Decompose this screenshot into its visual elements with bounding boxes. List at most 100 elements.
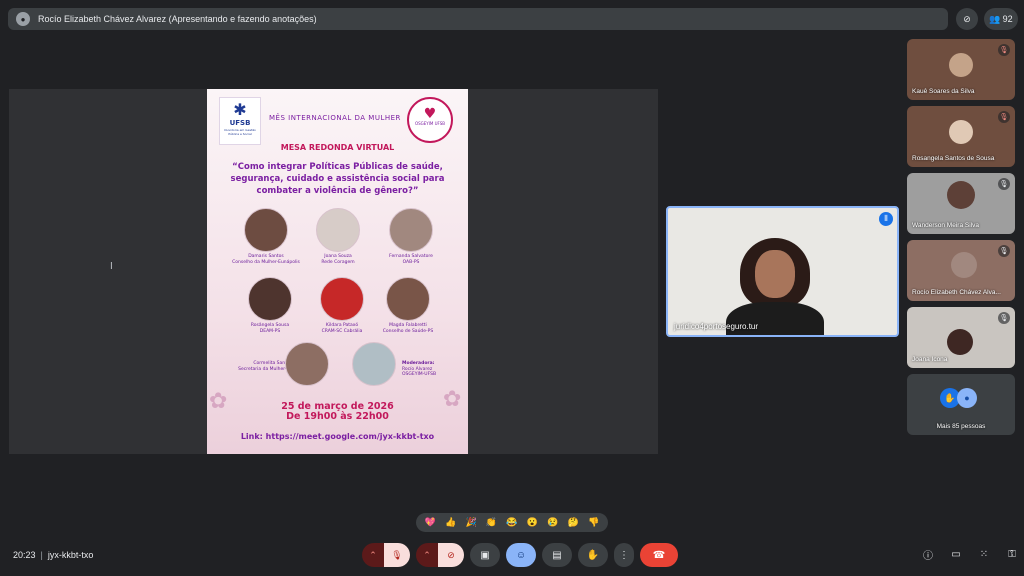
- mic-options-button[interactable]: ⌃: [362, 543, 384, 567]
- participants-count-button[interactable]: 👥 92: [984, 8, 1018, 30]
- leave-call-button[interactable]: ☎: [640, 543, 678, 567]
- captions-icon: ▤: [552, 549, 562, 561]
- more-options-button[interactable]: ⋮: [614, 543, 634, 567]
- moderator-card: Moderadora: Rocío Alvarez OSGEYIM-UFSB: [402, 361, 437, 377]
- info-icon: ⓘ: [923, 550, 933, 562]
- speaker-photo: [386, 277, 430, 321]
- lock-person-icon: ⚿: [1008, 548, 1016, 560]
- reaction-thumbs-down-icon[interactable]: 👎: [587, 517, 601, 528]
- no-video-icon: ⊘: [963, 13, 971, 24]
- presenter-label: Rocío Elizabeth Chávez Alvarez (Apresent…: [38, 14, 317, 24]
- video-tile-label: juridico4portoseguro.tur: [674, 322, 759, 331]
- present-icon: ▣: [480, 549, 490, 561]
- chevron-up-icon: ⌃: [369, 549, 377, 560]
- speaking-indicator-icon: ⦀: [879, 212, 893, 226]
- hang-up-icon: ☎: [652, 549, 666, 561]
- star-icon: ✱: [233, 100, 247, 119]
- person-icon: ●: [957, 388, 977, 408]
- moderator-photo: [352, 342, 396, 386]
- raise-hand-button[interactable]: ✋: [578, 543, 608, 567]
- side-panel-controls: ⓘ ▭ ⁙ ⚿: [921, 547, 1019, 562]
- reaction-thumbs-up-icon[interactable]: 👍: [444, 517, 458, 528]
- mic-toggle-button[interactable]: 🎙: [384, 543, 410, 567]
- participant-avatar: [951, 252, 977, 278]
- participant-name: Kauê Soares da Silva: [912, 88, 975, 95]
- participant-name: Wanderson Meira Silva: [912, 222, 979, 229]
- clock-time: 20:23: [13, 550, 36, 560]
- participant-name: Joana Icona: [912, 356, 948, 363]
- text-cursor-icon: I: [110, 261, 113, 272]
- participant-tile[interactable]: 🎙 Rocío Elizabeth Chávez Alva...: [907, 240, 1015, 301]
- participant-tile[interactable]: 🎙 Joana Icona: [907, 307, 1015, 368]
- reaction-sad-icon[interactable]: 😢: [546, 517, 560, 528]
- mic-control: ⌃ 🎙: [362, 543, 410, 567]
- participant-tile[interactable]: 🎙 Rosangela Santos de Sousa: [907, 106, 1015, 167]
- speaker-photo: [285, 342, 329, 386]
- slide-heading: MÊS INTERNACIONAL DA MULHER: [269, 114, 401, 122]
- participant-avatar: [949, 53, 973, 77]
- participant-count: 92: [1002, 14, 1013, 24]
- reaction-clap-icon[interactable]: 👏: [485, 517, 499, 528]
- more-people-label: Mais 85 pessoas: [936, 423, 986, 430]
- mic-off-icon: 🎙: [998, 245, 1010, 257]
- camera-toggle-button[interactable]: ⊘: [438, 543, 464, 567]
- speaker-photo: [320, 277, 364, 321]
- reaction-heart-icon[interactable]: 💖: [423, 517, 437, 528]
- reaction-laugh-icon[interactable]: 😂: [505, 517, 519, 528]
- people-icon: 👥: [989, 13, 1001, 24]
- participant-tile[interactable]: 🎙 Kauê Soares da Silva: [907, 39, 1015, 100]
- chat-icon: ▭: [951, 548, 961, 560]
- meeting-code: jyx-kkbt-txo: [47, 550, 94, 560]
- host-controls-button[interactable]: ⚿: [1005, 547, 1019, 561]
- participant-avatar: [947, 329, 973, 355]
- speaker-photo: [248, 277, 292, 321]
- reactions-button[interactable]: ☺: [506, 543, 536, 567]
- speaker-card: Magda Falabretti Conselho de Saúde-PS: [368, 277, 448, 334]
- heart-icon: ♥: [423, 106, 437, 122]
- ufsb-logo: ✱ UFSB Ouvidoria em Gestão Pública e Soc…: [219, 97, 261, 145]
- mic-off-icon: 🎙: [998, 312, 1010, 324]
- participant-name: Rosangela Santos de Sousa: [912, 155, 995, 162]
- activities-button[interactable]: ⁙: [977, 547, 991, 561]
- reaction-party-icon[interactable]: 🎉: [464, 517, 478, 528]
- presentation-slide: ✱ UFSB Ouvidoria em Gestão Pública e Soc…: [207, 89, 468, 454]
- call-controls: ⌃ 🎙 ⌃ ⊘ ▣ ☺ ▤ ✋ ⋮ ☎: [362, 543, 678, 567]
- speaker-card: Fernanda Salvatore OAB-PS: [371, 208, 451, 265]
- participant-name: Rocío Elizabeth Chávez Alva...: [912, 289, 1001, 296]
- presenter-bar: ● Rocío Elizabeth Chávez Alvarez (Aprese…: [8, 8, 948, 30]
- speaker-card: Damaris Santos Conselho da Mulher-Eunápo…: [226, 208, 306, 265]
- captions-button[interactable]: ▤: [542, 543, 572, 567]
- participant-tile[interactable]: 🎙 Wanderson Meira Silva: [907, 173, 1015, 234]
- participant-avatar: [949, 120, 973, 144]
- top-right-controls: ⊘ 👥 92: [956, 8, 1018, 30]
- apps-icon: ⁙: [979, 548, 989, 560]
- emoji-icon: ☺: [515, 549, 527, 561]
- speaker-photo: [389, 208, 433, 252]
- presenter-avatar-icon: ●: [16, 12, 30, 26]
- slide-subheading: MESA REDONDA VIRTUAL: [280, 143, 395, 152]
- chevron-up-icon: ⌃: [423, 549, 431, 560]
- event-date: 25 de março de 2026 De 19h00 às 22h00: [281, 401, 394, 422]
- slide-question: “Como integrar Políticas Públicas de saú…: [230, 162, 445, 196]
- participant-avatar: [947, 181, 975, 209]
- reaction-thinking-icon[interactable]: 🤔: [566, 517, 580, 528]
- present-screen-button[interactable]: ▣: [470, 543, 500, 567]
- camera-control: ⌃ ⊘: [416, 543, 464, 567]
- mic-off-icon: 🎙: [998, 111, 1010, 123]
- mic-off-icon: 🎙: [998, 178, 1010, 190]
- hand-icon: ✋: [586, 549, 600, 561]
- more-vert-icon: ⋮: [619, 549, 629, 561]
- camera-options-button[interactable]: ⌃: [416, 543, 438, 567]
- chat-button[interactable]: ▭: [949, 547, 963, 561]
- speaker-card: Rosângela Sousa DEAM-PS: [230, 277, 310, 334]
- event-link: Link: https://meet.google.com/jyx-kkbt-t…: [240, 432, 435, 441]
- video-off-icon: ⊘: [447, 549, 455, 560]
- meeting-details-button[interactable]: ⓘ: [921, 547, 935, 562]
- reaction-surprised-icon[interactable]: 😮: [525, 517, 539, 528]
- speaker-video-tile[interactable]: ⦀ juridico4portoseguro.tur: [666, 206, 899, 337]
- more-people-tile[interactable]: ✋ ● Mais 85 pessoas: [907, 374, 1015, 435]
- hide-self-view-button[interactable]: ⊘: [956, 8, 978, 30]
- mic-off-icon: 🎙: [391, 549, 403, 560]
- speaker-card: Cormelita Santos Secretaria da Mulher-PS: [238, 361, 292, 372]
- reactions-bar: 💖 👍 🎉 👏 😂 😮 😢 🤔 👎: [416, 513, 608, 532]
